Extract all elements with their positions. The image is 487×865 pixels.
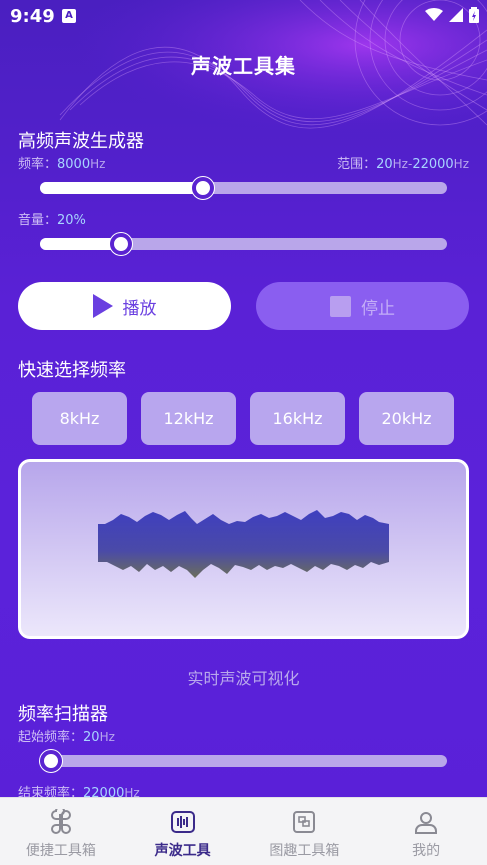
- start-frequency-slider-thumb[interactable]: [40, 750, 62, 772]
- bottom-nav: 便捷工具箱 声波工具 图趣工具箱 我的: [0, 797, 487, 865]
- notification-icon: A: [62, 9, 76, 23]
- generator-title: 高频声波生成器: [18, 131, 144, 152]
- stop-icon: [330, 295, 351, 317]
- play-label: 播放: [122, 298, 157, 319]
- range-label: 范围：: [337, 157, 377, 172]
- start-frequency-label: 起始频率：: [18, 730, 84, 745]
- nav-label-fun-images: 图趣工具箱: [269, 843, 340, 859]
- preset-8khz-button[interactable]: 8kHz: [32, 392, 127, 445]
- app-title: 声波工具集: [191, 54, 296, 78]
- start-frequency-readout: 起始频率：20Hz: [18, 726, 115, 745]
- start-frequency-slider[interactable]: [40, 750, 447, 772]
- frequency-value: 8000: [57, 157, 91, 172]
- stop-button[interactable]: 停止: [256, 282, 469, 330]
- status-time: 9:49: [10, 6, 55, 27]
- wifi-icon: [425, 8, 443, 21]
- volume-slider-fill: [40, 238, 122, 250]
- battery-icon: [469, 7, 479, 23]
- start-frequency-value: 20: [83, 730, 100, 745]
- status-icons: [425, 7, 479, 23]
- volume-label: 音量：: [18, 213, 58, 228]
- volume-slider[interactable]: [40, 233, 447, 255]
- preset-16khz-button[interactable]: 16kHz: [250, 392, 345, 445]
- nav-label-quick-tools: 便捷工具箱: [25, 843, 96, 859]
- volume-readout: 音量：20%: [18, 209, 86, 228]
- stop-label: 停止: [361, 298, 395, 319]
- nav-item-sound-tools[interactable]: 声波工具: [122, 798, 244, 865]
- frequency-slider-thumb[interactable]: [191, 177, 214, 199]
- play-button[interactable]: 播放: [18, 282, 231, 330]
- waveform-visualizer: [18, 459, 469, 639]
- nav-item-mine[interactable]: 我的: [365, 798, 487, 865]
- waveform-icon: [168, 808, 198, 836]
- play-icon: [92, 294, 113, 318]
- range-sep: Hz-: [392, 157, 413, 171]
- frequency-slider-fill: [40, 182, 203, 194]
- range-max: 22000: [412, 157, 454, 172]
- quick-select-title: 快速选择频率: [18, 360, 126, 381]
- nav-item-quick-tools[interactable]: 便捷工具箱: [0, 798, 122, 865]
- nav-label-mine: 我的: [412, 843, 441, 859]
- frequency-unit: Hz: [90, 157, 106, 171]
- frequency-slider[interactable]: [40, 177, 447, 199]
- waveform-graphic: [98, 510, 389, 578]
- signal-icon: [449, 8, 463, 22]
- preset-row: 8kHz 12kHz 16kHz 20kHz: [32, 392, 454, 445]
- start-frequency-unit: Hz: [99, 730, 115, 744]
- range-readout: 范围：20Hz-22000Hz: [337, 153, 469, 172]
- volume-value: 20%: [57, 213, 86, 228]
- volume-slider-thumb[interactable]: [110, 233, 133, 255]
- preset-20khz-button[interactable]: 20kHz: [359, 392, 454, 445]
- status-bar: 9:49 A: [0, 0, 487, 32]
- command-icon: [46, 808, 76, 836]
- preset-12khz-button[interactable]: 12kHz: [141, 392, 236, 445]
- range-min: 20: [376, 157, 393, 172]
- frequency-readout: 频率：8000Hz: [18, 153, 105, 172]
- range-unit: Hz: [453, 157, 469, 171]
- gallery-icon: [289, 808, 319, 836]
- visualizer-caption: 实时声波可视化: [187, 669, 300, 688]
- nav-label-sound-tools: 声波工具: [154, 843, 211, 859]
- nav-item-fun-images[interactable]: 图趣工具箱: [244, 798, 366, 865]
- scanner-title: 频率扫描器: [18, 704, 108, 725]
- person-icon: [411, 808, 441, 836]
- frequency-label: 频率：: [18, 157, 58, 172]
